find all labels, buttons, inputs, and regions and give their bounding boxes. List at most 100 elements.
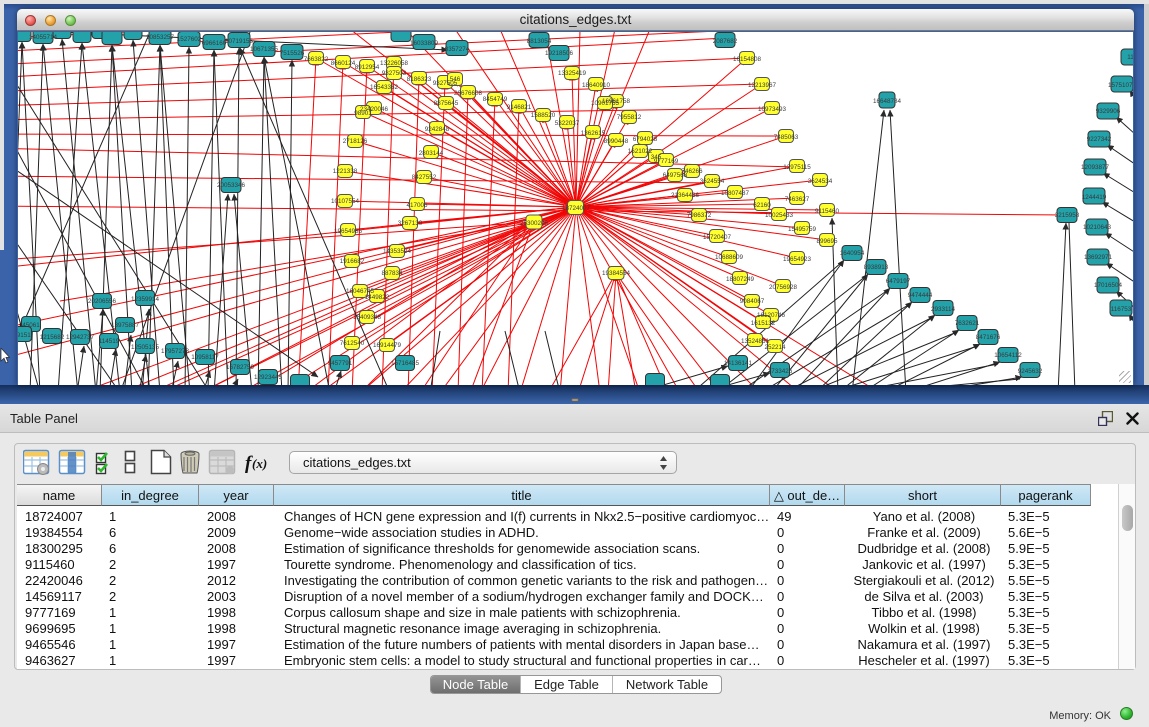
svg-text:15716485: 15716485: [391, 360, 420, 367]
svg-text:16543362: 16543362: [370, 84, 399, 91]
svg-text:16120746: 16120746: [757, 312, 786, 319]
svg-text:12359914: 12359914: [131, 296, 160, 303]
svg-text:10654112: 10654112: [994, 352, 1022, 359]
svg-text:417006: 417006: [406, 202, 428, 209]
svg-text:10807487: 10807487: [721, 190, 750, 197]
svg-text:14055714: 14055714: [29, 34, 58, 41]
svg-text:2803144: 2803144: [419, 150, 444, 157]
svg-text:1244419: 1244419: [1082, 194, 1107, 201]
svg-text:3267130: 3267130: [398, 220, 423, 227]
svg-text:111: 111: [1127, 54, 1133, 61]
svg-text:12213967: 12213967: [748, 82, 777, 89]
svg-text:10973493: 10973493: [758, 106, 787, 113]
svg-text:10025433: 10025433: [765, 212, 794, 219]
svg-text:3624554: 3624554: [700, 178, 725, 185]
svg-text:7463627: 7463627: [785, 196, 810, 203]
svg-text:8660124: 8660124: [331, 60, 356, 67]
svg-text:18640910: 18640910: [582, 82, 611, 89]
svg-text:2087682: 2087682: [713, 38, 738, 45]
svg-text:16914479: 16914479: [373, 342, 402, 349]
svg-text:9457791: 9457791: [328, 360, 353, 367]
svg-text:899695: 899695: [816, 238, 838, 245]
svg-text:10107554: 10107554: [331, 198, 360, 205]
svg-text:18724007: 18724007: [562, 205, 591, 212]
svg-text:116753: 116753: [1111, 306, 1132, 313]
svg-text:3215958: 3215958: [1055, 212, 1080, 219]
svg-text:1588520: 1588520: [531, 112, 556, 119]
svg-text:8813054: 8813054: [527, 38, 552, 45]
svg-text:12093877: 12093877: [1081, 164, 1110, 171]
svg-text:10671355: 10671355: [250, 46, 279, 53]
svg-text:746266: 746266: [681, 168, 703, 175]
svg-text:39151: 39151: [18, 332, 31, 339]
svg-text:7632621: 7632621: [955, 320, 980, 327]
svg-text:15409348: 15409348: [353, 314, 382, 321]
svg-text:8990448: 8990448: [604, 138, 629, 145]
svg-text:2933114: 2933114: [931, 306, 956, 313]
svg-text:(x): (x): [252, 456, 267, 471]
svg-text:15720407: 15720407: [703, 234, 732, 241]
svg-text:546: 546: [450, 76, 461, 83]
svg-text:12505135: 12505135: [131, 344, 160, 351]
svg-text:9115460: 9115460: [815, 208, 840, 215]
svg-text:1621022: 1621022: [628, 148, 653, 155]
svg-text:19218506: 19218506: [545, 50, 574, 57]
svg-text:21364436: 21364436: [671, 192, 700, 199]
svg-text:19384554: 19384554: [602, 270, 631, 277]
svg-text:114519: 114519: [99, 338, 120, 345]
svg-text:1449822: 1449822: [365, 294, 390, 301]
svg-text:8912954: 8912954: [355, 64, 380, 71]
svg-text:8454749: 8454749: [483, 96, 508, 103]
svg-text:12942737: 12942737: [66, 334, 95, 341]
svg-text:10853257: 10853257: [146, 34, 175, 41]
svg-text:7986372: 7986372: [687, 212, 712, 219]
svg-text:10901765: 10901765: [591, 100, 620, 107]
svg-text:10719155: 10719155: [225, 38, 254, 45]
svg-text:1362615: 1362615: [581, 130, 606, 137]
svg-text:10688609: 10688609: [715, 254, 744, 261]
svg-text:9777169: 9777169: [654, 158, 679, 165]
svg-text:45061: 45061: [22, 322, 40, 329]
svg-text:1615132: 1615132: [751, 320, 776, 327]
svg-text:13692971: 13692971: [1084, 254, 1113, 261]
svg-text:252214: 252214: [764, 344, 786, 351]
svg-text:7663822: 7663822: [304, 56, 329, 63]
svg-text:18807249: 18807249: [726, 276, 755, 283]
svg-text:1215682: 1215682: [40, 334, 65, 341]
svg-text:9474444: 9474444: [908, 292, 933, 299]
svg-text:19654985: 19654985: [334, 228, 363, 235]
svg-text:14136141: 14136141: [724, 360, 753, 367]
svg-text:13975887: 13975887: [111, 322, 140, 329]
svg-text:7515526: 7515526: [280, 50, 305, 57]
svg-text:6479197: 6479197: [886, 278, 911, 285]
svg-text:7612540: 7612540: [340, 340, 365, 347]
svg-text:9245632: 9245632: [1018, 368, 1043, 375]
svg-text:16154808: 16154808: [733, 56, 762, 63]
svg-text:9242848: 9242848: [425, 126, 450, 133]
svg-text:19654923: 19654923: [783, 256, 812, 263]
svg-text:8938913: 8938913: [864, 264, 889, 271]
svg-text:10958117: 10958117: [191, 354, 219, 361]
svg-text:16782759: 16782759: [226, 364, 255, 371]
svg-text:9084067: 9084067: [740, 298, 765, 305]
svg-text:12975115: 12975115: [783, 164, 811, 171]
svg-text:9329906: 9329906: [1096, 108, 1121, 115]
svg-text:62160: 62160: [753, 202, 771, 209]
svg-text:10210643: 10210643: [1083, 224, 1112, 231]
svg-text:1733426: 1733426: [768, 368, 793, 375]
svg-text:9327503: 9327503: [382, 70, 407, 77]
svg-text:9146821: 9146821: [507, 104, 532, 111]
svg-text:1527602: 1527602: [177, 36, 202, 43]
svg-text:6794028: 6794028: [633, 136, 658, 143]
svg-text:20756928: 20756928: [769, 284, 798, 291]
svg-text:25300205: 25300205: [520, 220, 549, 227]
svg-text:7485063: 7485063: [774, 134, 799, 141]
svg-text:13325419: 13325419: [558, 70, 587, 77]
svg-text:20206556: 20206556: [88, 298, 117, 305]
svg-text:13226058: 13226058: [380, 60, 409, 67]
svg-text:17957273: 17957273: [161, 348, 190, 355]
svg-text:29676608: 29676608: [454, 90, 483, 97]
svg-text:1221338: 1221338: [333, 168, 358, 175]
svg-text:15495759: 15495759: [788, 226, 817, 233]
svg-text:12923445: 12923445: [254, 374, 283, 381]
